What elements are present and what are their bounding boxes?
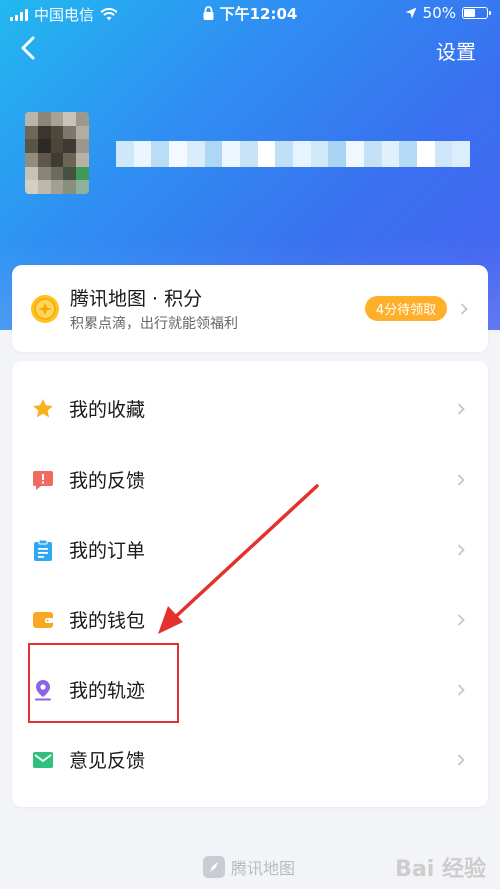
avatar-pixel (50, 139, 64, 153)
feedback-icon (32, 469, 54, 491)
avatar[interactable] (25, 112, 89, 194)
back-button[interactable] (14, 33, 44, 63)
avatar-pixel (25, 112, 38, 126)
chevron-right-icon (458, 754, 465, 766)
username-pixel (151, 141, 170, 167)
username-pixel (293, 141, 311, 167)
chevron-right-icon (458, 544, 465, 556)
annotation-highlight-box (28, 643, 179, 723)
avatar-pixel (25, 153, 38, 167)
avatar-pixel (50, 112, 64, 126)
clipboard-icon (32, 539, 54, 561)
lock-icon (203, 6, 214, 20)
menu-item-label: 我的钱包 (69, 610, 146, 632)
footer-brand: 腾讯地图 (203, 855, 295, 879)
username-pixel (381, 141, 400, 167)
username-pixel (257, 141, 276, 167)
avatar-pixel (63, 180, 77, 194)
avatar-pixel (50, 125, 64, 140)
avatar-pixel (25, 166, 38, 181)
menu-item-5[interactable]: 意见反馈 (12, 725, 488, 795)
points-badge[interactable]: 4分待领取 (365, 296, 447, 321)
avatar-pixel (37, 139, 51, 153)
menu-item-0[interactable]: 我的收藏 (12, 374, 488, 444)
chevron-right-icon (458, 684, 465, 696)
avatar-pixel (63, 125, 77, 140)
avatar-pixel (25, 139, 38, 153)
watermark: Bai 经验 (395, 857, 486, 882)
location-arrow-icon (405, 7, 417, 19)
avatar-pixel (50, 153, 64, 167)
menu-item-2[interactable]: 我的订单 (12, 515, 488, 585)
chevron-left-icon (21, 36, 35, 60)
compass-logo-icon (203, 856, 225, 878)
avatar-pixel (25, 180, 38, 194)
chevron-right-icon (458, 614, 465, 626)
username-pixel (204, 141, 223, 167)
chevron-right-icon (458, 403, 465, 415)
avatar-pixel (50, 180, 64, 194)
settings-button[interactable]: 设置 (436, 36, 476, 65)
avatar-pixel (76, 139, 89, 153)
avatar-pixel (76, 153, 89, 167)
username-pixel (239, 141, 258, 167)
menu-item-1[interactable]: 我的反馈 (12, 445, 488, 515)
avatar-pixel (63, 112, 77, 126)
avatar-pixel (50, 166, 64, 181)
username-pixel (169, 141, 187, 167)
avatar-pixel (37, 166, 51, 181)
mail-icon (32, 749, 54, 771)
avatar-pixel (63, 139, 77, 153)
star-icon (32, 398, 54, 420)
username-blurred (116, 141, 471, 167)
chevron-right-icon (461, 303, 468, 315)
coin-icon (31, 295, 59, 323)
clock: 下午12:04 (219, 5, 298, 23)
menu-item-label: 意见反馈 (69, 750, 146, 772)
points-subtitle: 积累点滴，出行就能领福利 (70, 316, 238, 332)
username-pixel (399, 141, 417, 167)
menu-item-label: 我的订单 (69, 540, 146, 562)
username-pixel (452, 141, 471, 167)
avatar-pixel (37, 153, 51, 167)
battery-icon (462, 7, 491, 19)
avatar-pixel (63, 166, 77, 181)
username-pixel (416, 141, 435, 167)
username-pixel (222, 141, 240, 167)
username-pixel (275, 141, 294, 167)
username-pixel (186, 141, 205, 167)
menu-item-label: 我的收藏 (69, 399, 146, 421)
username-pixel (133, 141, 152, 167)
avatar-pixel (76, 166, 89, 181)
username-pixel (310, 141, 329, 167)
username-pixel (346, 141, 364, 167)
footer-brand-label: 腾讯地图 (231, 859, 296, 878)
status-bar: 中国电信 下午12:04 50% (0, 0, 500, 26)
wallet-icon (32, 609, 54, 631)
battery-percent: 50% (422, 4, 456, 22)
avatar-pixel (63, 153, 77, 167)
chevron-right-icon (458, 474, 465, 486)
menu-item-label: 我的反馈 (69, 470, 146, 492)
avatar-pixel (37, 112, 51, 126)
username-pixel (363, 141, 382, 167)
avatar-pixel (37, 125, 51, 140)
avatar-pixel (37, 180, 51, 194)
username-pixel (434, 141, 453, 167)
username-pixel (116, 141, 134, 167)
avatar-pixel (76, 125, 89, 140)
username-pixel (328, 141, 347, 167)
avatar-pixel (76, 180, 89, 194)
points-title: 腾讯地图 · 积分 (70, 288, 203, 310)
avatar-pixel (25, 125, 38, 140)
avatar-pixel (76, 112, 89, 126)
